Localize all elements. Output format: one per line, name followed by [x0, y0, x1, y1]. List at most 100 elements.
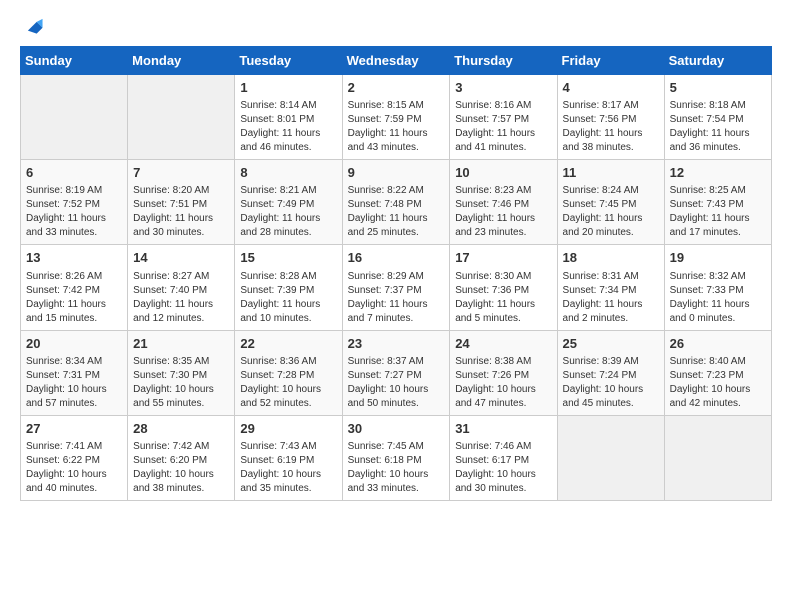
- logo-icon: [22, 16, 44, 38]
- day-number: 2: [348, 79, 445, 97]
- day-number: 24: [455, 335, 551, 353]
- calendar-cell: 19 Sunrise: 8:32 AM Sunset: 7:33 PM Dayli…: [664, 245, 771, 330]
- day-number: 9: [348, 164, 445, 182]
- calendar-cell: 12 Sunrise: 8:25 AM Sunset: 7:43 PM Dayli…: [664, 160, 771, 245]
- calendar-cell: 15 Sunrise: 8:28 AM Sunset: 7:39 PM Dayli…: [235, 245, 342, 330]
- day-number: 17: [455, 249, 551, 267]
- calendar-week-4: 20 Sunrise: 8:34 AM Sunset: 7:31 PM Dayli…: [21, 330, 772, 415]
- day-info: Sunrise: 8:20 AM Sunset: 7:51 PM Dayligh…: [133, 184, 229, 240]
- calendar-cell: 22 Sunrise: 8:36 AM Sunset: 7:28 PM Dayli…: [235, 330, 342, 415]
- day-number: 14: [133, 249, 229, 267]
- days-of-week-row: SundayMondayTuesdayWednesdayThursdayFrid…: [21, 47, 772, 75]
- calendar-cell: 29 Sunrise: 7:43 AM Sunset: 6:19 PM Dayli…: [235, 415, 342, 500]
- day-number: 4: [563, 79, 659, 97]
- calendar-cell: 9 Sunrise: 8:22 AM Sunset: 7:48 PM Daylig…: [342, 160, 450, 245]
- day-info: Sunrise: 7:41 AM Sunset: 6:22 PM Dayligh…: [26, 440, 122, 496]
- day-header-monday: Monday: [128, 47, 235, 75]
- calendar-cell: 18 Sunrise: 8:31 AM Sunset: 7:34 PM Dayli…: [557, 245, 664, 330]
- day-number: 1: [240, 79, 336, 97]
- day-number: 30: [348, 420, 445, 438]
- day-info: Sunrise: 8:21 AM Sunset: 7:49 PM Dayligh…: [240, 184, 336, 240]
- day-number: 13: [26, 249, 122, 267]
- calendar-cell: 17 Sunrise: 8:30 AM Sunset: 7:36 PM Dayli…: [450, 245, 557, 330]
- calendar-cell: 4 Sunrise: 8:17 AM Sunset: 7:56 PM Daylig…: [557, 75, 664, 160]
- day-number: 15: [240, 249, 336, 267]
- day-info: Sunrise: 8:37 AM Sunset: 7:27 PM Dayligh…: [348, 355, 445, 411]
- day-number: 19: [670, 249, 766, 267]
- day-info: Sunrise: 8:17 AM Sunset: 7:56 PM Dayligh…: [563, 99, 659, 155]
- calendar-cell: 13 Sunrise: 8:26 AM Sunset: 7:42 PM Dayli…: [21, 245, 128, 330]
- calendar-cell: 2 Sunrise: 8:15 AM Sunset: 7:59 PM Daylig…: [342, 75, 450, 160]
- day-info: Sunrise: 8:23 AM Sunset: 7:46 PM Dayligh…: [455, 184, 551, 240]
- day-info: Sunrise: 7:43 AM Sunset: 6:19 PM Dayligh…: [240, 440, 336, 496]
- calendar-cell: 6Sunrise: 8:19 AM Sunset: 7:52 PM Daylig…: [21, 160, 128, 245]
- day-info: Sunrise: 8:18 AM Sunset: 7:54 PM Dayligh…: [670, 99, 766, 155]
- day-number: 12: [670, 164, 766, 182]
- day-number: 25: [563, 335, 659, 353]
- day-number: 29: [240, 420, 336, 438]
- day-number: 16: [348, 249, 445, 267]
- calendar-cell: [557, 415, 664, 500]
- calendar-header: SundayMondayTuesdayWednesdayThursdayFrid…: [21, 47, 772, 75]
- day-info: Sunrise: 8:16 AM Sunset: 7:57 PM Dayligh…: [455, 99, 551, 155]
- day-number: 18: [563, 249, 659, 267]
- calendar-cell: 3 Sunrise: 8:16 AM Sunset: 7:57 PM Daylig…: [450, 75, 557, 160]
- calendar-cell: [664, 415, 771, 500]
- calendar-cell: 24 Sunrise: 8:38 AM Sunset: 7:26 PM Dayli…: [450, 330, 557, 415]
- calendar-body: 1 Sunrise: 8:14 AM Sunset: 8:01 PM Daylig…: [21, 75, 772, 501]
- calendar-cell: [128, 75, 235, 160]
- day-header-wednesday: Wednesday: [342, 47, 450, 75]
- day-info: Sunrise: 8:38 AM Sunset: 7:26 PM Dayligh…: [455, 355, 551, 411]
- day-info: Sunrise: 8:25 AM Sunset: 7:43 PM Dayligh…: [670, 184, 766, 240]
- day-number: 26: [670, 335, 766, 353]
- day-header-tuesday: Tuesday: [235, 47, 342, 75]
- day-info: Sunrise: 8:39 AM Sunset: 7:24 PM Dayligh…: [563, 355, 659, 411]
- day-info: Sunrise: 8:24 AM Sunset: 7:45 PM Dayligh…: [563, 184, 659, 240]
- calendar-cell: 11 Sunrise: 8:24 AM Sunset: 7:45 PM Dayli…: [557, 160, 664, 245]
- day-info: Sunrise: 7:46 AM Sunset: 6:17 PM Dayligh…: [455, 440, 551, 496]
- day-info: Sunrise: 8:32 AM Sunset: 7:33 PM Dayligh…: [670, 270, 766, 326]
- day-header-saturday: Saturday: [664, 47, 771, 75]
- calendar-cell: 1 Sunrise: 8:14 AM Sunset: 8:01 PM Daylig…: [235, 75, 342, 160]
- day-info: Sunrise: 8:31 AM Sunset: 7:34 PM Dayligh…: [563, 270, 659, 326]
- day-info: Sunrise: 8:26 AM Sunset: 7:42 PM Dayligh…: [26, 270, 122, 326]
- calendar-cell: 27 Sunrise: 7:41 AM Sunset: 6:22 PM Dayli…: [21, 415, 128, 500]
- calendar-cell: 25 Sunrise: 8:39 AM Sunset: 7:24 PM Dayli…: [557, 330, 664, 415]
- calendar-cell: 8 Sunrise: 8:21 AM Sunset: 7:49 PM Daylig…: [235, 160, 342, 245]
- day-number: 3: [455, 79, 551, 97]
- calendar-cell: 31 Sunrise: 7:46 AM Sunset: 6:17 PM Dayli…: [450, 415, 557, 500]
- day-info: Sunrise: 8:28 AM Sunset: 7:39 PM Dayligh…: [240, 270, 336, 326]
- day-number: 22: [240, 335, 336, 353]
- calendar-cell: 20 Sunrise: 8:34 AM Sunset: 7:31 PM Dayli…: [21, 330, 128, 415]
- day-number: 21: [133, 335, 229, 353]
- day-number: 6: [26, 164, 122, 182]
- day-info: Sunrise: 8:15 AM Sunset: 7:59 PM Dayligh…: [348, 99, 445, 155]
- day-number: 10: [455, 164, 551, 182]
- day-number: 31: [455, 420, 551, 438]
- day-number: 8: [240, 164, 336, 182]
- day-number: 11: [563, 164, 659, 182]
- header: [20, 16, 772, 38]
- day-info: Sunrise: 8:29 AM Sunset: 7:37 PM Dayligh…: [348, 270, 445, 326]
- day-number: 27: [26, 420, 122, 438]
- calendar-cell: 5 Sunrise: 8:18 AM Sunset: 7:54 PM Daylig…: [664, 75, 771, 160]
- calendar-cell: 10 Sunrise: 8:23 AM Sunset: 7:46 PM Dayli…: [450, 160, 557, 245]
- logo: [20, 16, 44, 38]
- day-info: Sunrise: 8:27 AM Sunset: 7:40 PM Dayligh…: [133, 270, 229, 326]
- calendar-cell: 16 Sunrise: 8:29 AM Sunset: 7:37 PM Dayli…: [342, 245, 450, 330]
- day-number: 20: [26, 335, 122, 353]
- calendar-week-5: 27 Sunrise: 7:41 AM Sunset: 6:22 PM Dayli…: [21, 415, 772, 500]
- day-info: Sunrise: 8:36 AM Sunset: 7:28 PM Dayligh…: [240, 355, 336, 411]
- day-header-thursday: Thursday: [450, 47, 557, 75]
- day-number: 7: [133, 164, 229, 182]
- day-info: Sunrise: 8:14 AM Sunset: 8:01 PM Dayligh…: [240, 99, 336, 155]
- calendar-cell: 23 Sunrise: 8:37 AM Sunset: 7:27 PM Dayli…: [342, 330, 450, 415]
- day-info: Sunrise: 7:45 AM Sunset: 6:18 PM Dayligh…: [348, 440, 445, 496]
- calendar-cell: 26Sunrise: 8:40 AM Sunset: 7:23 PM Dayli…: [664, 330, 771, 415]
- day-number: 23: [348, 335, 445, 353]
- day-info: Sunrise: 8:34 AM Sunset: 7:31 PM Dayligh…: [26, 355, 122, 411]
- day-info: Sunrise: 8:30 AM Sunset: 7:36 PM Dayligh…: [455, 270, 551, 326]
- day-number: 5: [670, 79, 766, 97]
- day-info: Sunrise: 8:22 AM Sunset: 7:48 PM Dayligh…: [348, 184, 445, 240]
- page: SundayMondayTuesdayWednesdayThursdayFrid…: [0, 0, 792, 513]
